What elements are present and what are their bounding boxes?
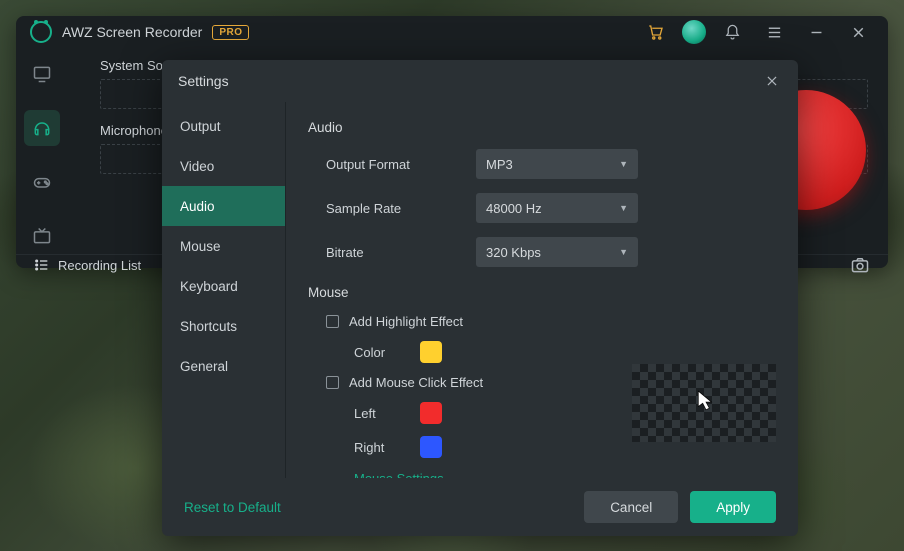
mouse-preview	[632, 364, 776, 442]
pro-badge: PRO	[212, 25, 249, 40]
highlight-color-swatch[interactable]	[420, 341, 442, 363]
avatar[interactable]	[682, 20, 706, 44]
click-checkbox[interactable]	[326, 376, 339, 389]
right-click-swatch[interactable]	[420, 436, 442, 458]
settings-content: Audio Output Format MP3 ▼ Sample Rate 48…	[286, 102, 798, 478]
app-logo-icon	[30, 21, 52, 43]
dialog-close-icon[interactable]	[762, 71, 782, 91]
bitrate-row: Bitrate 320 Kbps ▼	[308, 237, 776, 267]
sample-rate-select[interactable]: 48000 Hz ▼	[476, 193, 638, 223]
recording-list-button[interactable]: Recording List	[34, 257, 141, 273]
tab-mouse[interactable]: Mouse	[162, 226, 285, 266]
chevron-down-icon: ▼	[619, 203, 628, 213]
apply-button[interactable]: Apply	[690, 491, 776, 523]
highlight-checkbox[interactable]	[326, 315, 339, 328]
reset-to-default-button[interactable]: Reset to Default	[184, 500, 281, 515]
tab-video[interactable]: Video	[162, 146, 285, 186]
dialog-body: Output Video Audio Mouse Keyboard Shortc…	[162, 102, 798, 478]
settings-sidebar: Output Video Audio Mouse Keyboard Shortc…	[162, 102, 286, 478]
tab-keyboard[interactable]: Keyboard	[162, 266, 285, 306]
app-title: AWZ Screen Recorder	[62, 24, 202, 40]
camera-icon[interactable]	[850, 255, 870, 275]
minimize-icon[interactable]	[800, 16, 832, 48]
sample-rate-label: Sample Rate	[308, 201, 476, 216]
left-click-label: Left	[354, 406, 406, 421]
mode-toolbar	[16, 48, 68, 254]
highlight-color-row: Color	[308, 341, 776, 363]
mouse-section-heading: Mouse	[308, 285, 776, 300]
audio-section-heading: Audio	[308, 120, 776, 135]
chevron-down-icon: ▼	[619, 159, 628, 169]
tab-audio[interactable]: Audio	[162, 186, 285, 226]
chevron-down-icon: ▼	[619, 247, 628, 257]
screen-mode-icon[interactable]	[24, 56, 60, 92]
left-click-swatch[interactable]	[420, 402, 442, 424]
right-click-label: Right	[354, 440, 406, 455]
menu-icon[interactable]	[758, 16, 790, 48]
dialog-header: Settings	[162, 60, 798, 102]
highlight-effect-row: Add Highlight Effect	[308, 314, 776, 329]
output-format-label: Output Format	[308, 157, 476, 172]
bell-icon[interactable]	[716, 16, 748, 48]
highlight-color-label: Color	[354, 345, 406, 360]
dialog-title: Settings	[178, 73, 229, 89]
tab-general[interactable]: General	[162, 346, 285, 386]
mouse-settings-link[interactable]: Mouse Settings	[354, 471, 444, 478]
tab-output[interactable]: Output	[162, 106, 285, 146]
tab-shortcuts[interactable]: Shortcuts	[162, 306, 285, 346]
highlight-label: Add Highlight Effect	[349, 314, 463, 329]
click-label: Add Mouse Click Effect	[349, 375, 483, 390]
audio-mode-icon[interactable]	[24, 110, 60, 146]
dialog-footer: Reset to Default Cancel Apply	[162, 478, 798, 536]
output-format-select[interactable]: MP3 ▼	[476, 149, 638, 179]
close-icon[interactable]	[842, 16, 874, 48]
recording-list-label: Recording List	[58, 258, 141, 273]
bitrate-label: Bitrate	[308, 245, 476, 260]
sample-rate-row: Sample Rate 48000 Hz ▼	[308, 193, 776, 223]
cart-icon[interactable]	[640, 16, 672, 48]
settings-dialog: Settings Output Video Audio Mouse Keyboa…	[162, 60, 798, 536]
tv-mode-icon[interactable]	[24, 218, 60, 254]
bitrate-select[interactable]: 320 Kbps ▼	[476, 237, 638, 267]
cancel-button[interactable]: Cancel	[584, 491, 678, 523]
app-header: AWZ Screen Recorder PRO	[16, 16, 888, 48]
output-format-row: Output Format MP3 ▼	[308, 149, 776, 179]
cursor-icon	[697, 390, 715, 412]
game-mode-icon[interactable]	[24, 164, 60, 200]
